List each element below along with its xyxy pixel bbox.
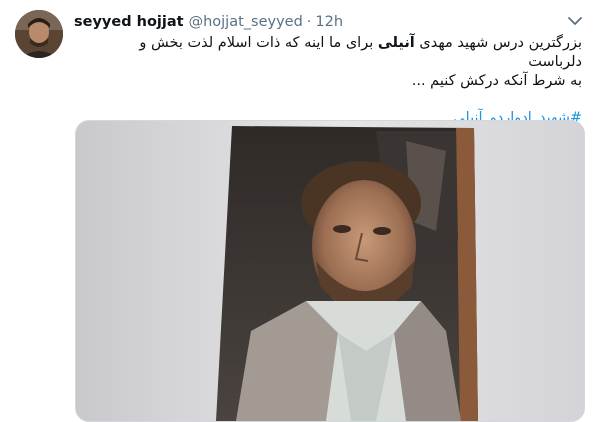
- tweet-text: بزرگترین درس شهید مهدی آنیلی برای ما این…: [82, 34, 582, 128]
- more-options-button[interactable]: [566, 12, 584, 30]
- tweet-text-line-2: به شرط آنکه درکش کنیم ...: [411, 73, 582, 89]
- tweet-media[interactable]: [75, 120, 585, 422]
- tweet-text-line-1: بزرگترین درس شهید مهدی آنیلی برای ما این…: [82, 34, 582, 72]
- tweet[interactable]: seyyed hojjat @hojjat_seyyed · 12h بزرگت…: [0, 0, 598, 422]
- avatar[interactable]: [15, 10, 63, 58]
- avatar-photo-icon: [15, 10, 63, 58]
- author-name[interactable]: seyyed hojjat: [74, 12, 184, 32]
- timestamp[interactable]: 12h: [315, 12, 343, 32]
- media-photo: [76, 121, 584, 421]
- text-segment: بزرگترین درس شهید مهدی: [414, 35, 582, 51]
- text-bold-segment: آنیلی: [377, 35, 415, 51]
- chevron-down-icon: [568, 16, 582, 25]
- author-handle[interactable]: @hojjat_seyyed: [189, 12, 303, 32]
- separator-dot: ·: [306, 14, 312, 30]
- tweet-header: seyyed hojjat @hojjat_seyyed · 12h: [74, 12, 343, 32]
